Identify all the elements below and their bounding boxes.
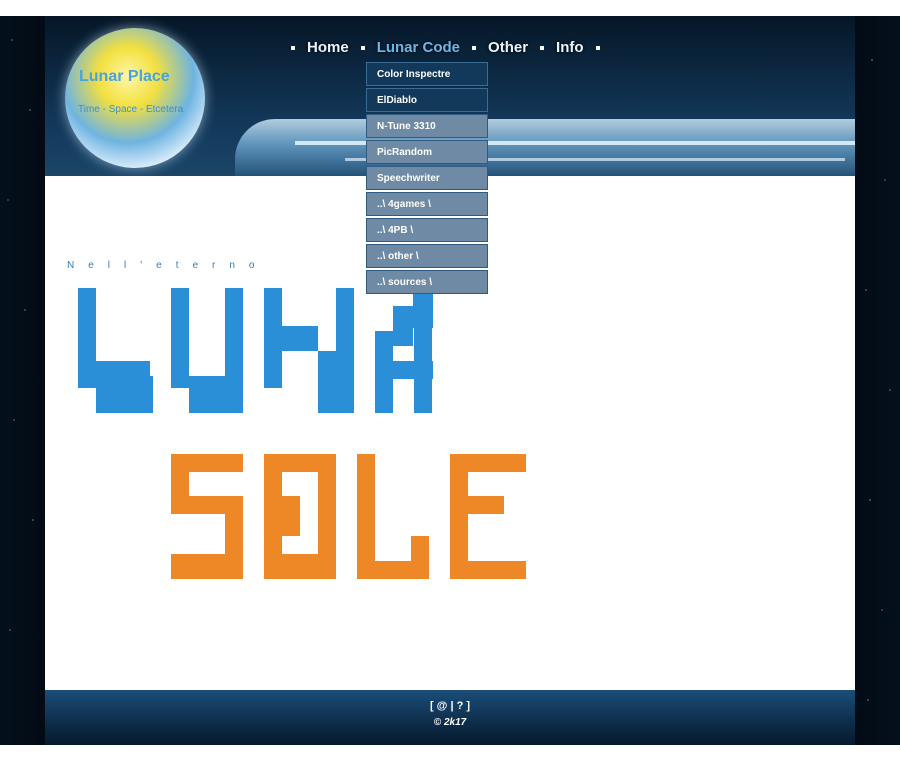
moon-logo xyxy=(65,28,205,168)
footer-links[interactable]: [ @ | ? ] xyxy=(45,700,855,712)
dropdown-item-picrandom[interactable]: PicRandom xyxy=(366,140,488,164)
dropdown-item-other[interactable]: ..\ other \ xyxy=(366,244,488,268)
dropdown-item-color-inspectre[interactable]: Color Inspectre xyxy=(366,62,488,86)
nav-bullet-icon xyxy=(540,45,545,50)
nav-item-other[interactable]: Other xyxy=(488,39,528,56)
top-edge xyxy=(0,0,900,16)
site-subtitle: Time - Space - Etcetera xyxy=(78,104,184,115)
light-streak xyxy=(235,119,855,179)
nav-bullet-icon xyxy=(360,45,365,50)
footer: [ @ | ? ] © 2k17 xyxy=(45,690,855,745)
lunar-code-dropdown: Color Inspectre ElDiablo N-Tune 3310 Pic… xyxy=(366,62,488,296)
dropdown-item-eldiablo[interactable]: ElDiablo xyxy=(366,88,488,112)
dropdown-item-4pb[interactable]: ..\ 4PB \ xyxy=(366,218,488,242)
page-frame: Lunar Place Time - Space - Etcetera Home… xyxy=(45,16,855,745)
footer-copyright: © 2k17 xyxy=(433,717,467,728)
main-nav: Home Lunar Code Other Info xyxy=(279,39,612,56)
dropdown-item-4games[interactable]: ..\ 4games \ xyxy=(366,192,488,216)
dropdown-item-n-tune[interactable]: N-Tune 3310 xyxy=(366,114,488,138)
nav-item-info[interactable]: Info xyxy=(556,39,584,56)
dropdown-item-speechwriter[interactable]: Speechwriter xyxy=(366,166,488,190)
dropdown-item-sources[interactable]: ..\ sources \ xyxy=(366,270,488,294)
nav-bullet-icon xyxy=(595,45,600,50)
nav-item-lunar-code[interactable]: Lunar Code xyxy=(377,39,460,56)
nav-item-home[interactable]: Home xyxy=(307,39,349,56)
nav-bullet-icon xyxy=(291,45,295,50)
nav-bullet-icon xyxy=(472,45,477,50)
site-title[interactable]: Lunar Place xyxy=(79,68,170,86)
tagline: Nell'eterno xyxy=(67,260,269,271)
bottom-edge xyxy=(0,745,900,761)
